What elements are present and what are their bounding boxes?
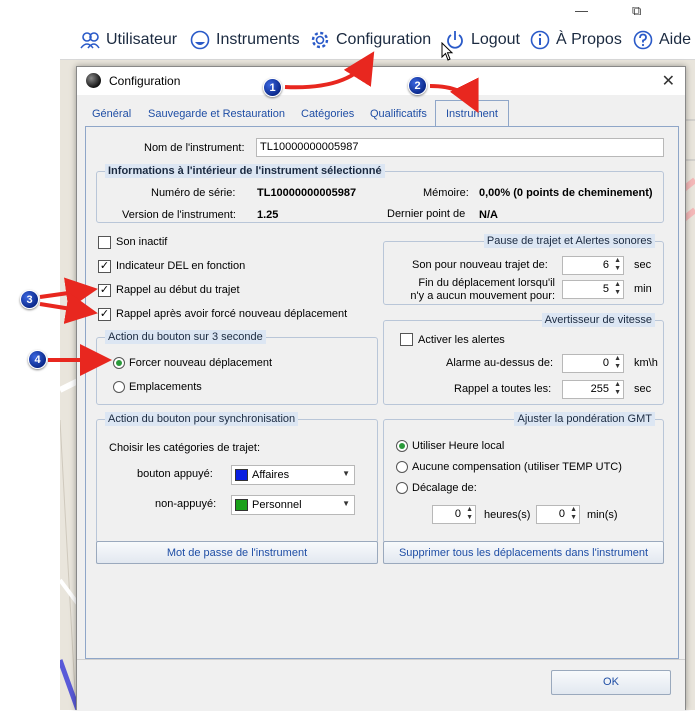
step-badge-3: 3: [20, 290, 39, 309]
step-badge-2: 2: [408, 76, 427, 95]
step-badge-1: 1: [263, 78, 282, 97]
step-badge-4: 4: [28, 350, 47, 369]
annotation-arrows: [39, 51, 479, 376]
